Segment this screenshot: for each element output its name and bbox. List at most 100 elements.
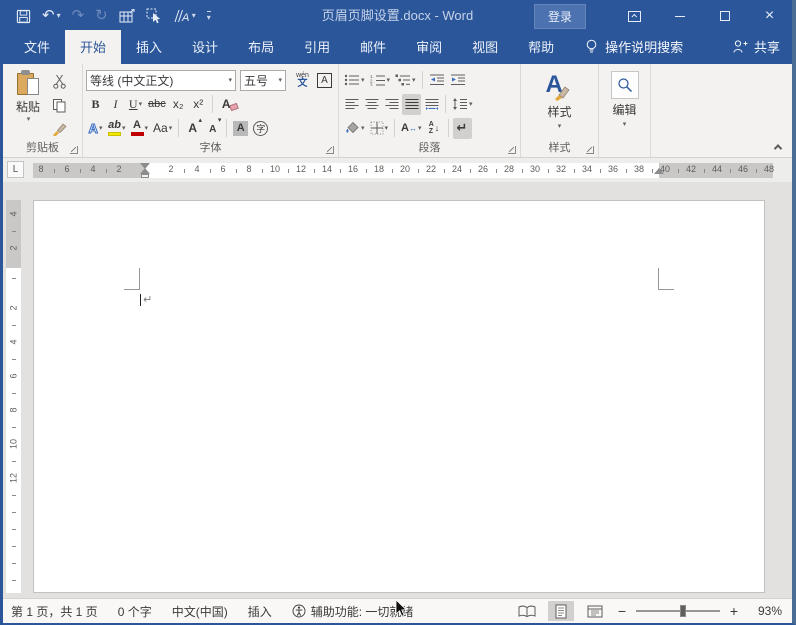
zoom-out-button[interactable]: − [616, 603, 628, 619]
align-center-button[interactable] [362, 94, 381, 115]
vertical-ruler[interactable]: 4224681012 [6, 200, 21, 593]
share-button[interactable]: 共享 [733, 37, 780, 56]
character-shading-button[interactable]: A [231, 118, 250, 139]
line-spacing-button[interactable]: ▾ [450, 94, 475, 115]
accessibility-status[interactable]: 辅助功能: 一切就绪 [292, 603, 414, 620]
collapse-ribbon-button[interactable] [775, 144, 782, 151]
align-left-button[interactable] [342, 94, 361, 115]
zoom-percent[interactable]: 93% [748, 604, 782, 618]
cut-button[interactable] [50, 70, 69, 92]
fontwork-caret-icon[interactable]: ▾ [192, 8, 196, 24]
shading-caret-icon[interactable]: ▾ [361, 124, 365, 132]
language-indicator[interactable]: 中文(中国) [172, 603, 228, 620]
sign-in-button[interactable]: 登录 [534, 4, 586, 29]
print-layout-button[interactable] [548, 601, 574, 621]
left-indent-marker[interactable] [141, 174, 149, 178]
numbering-caret-icon[interactable]: ▾ [387, 76, 391, 84]
page-indicator[interactable]: 第 1 页，共 1 页 [11, 603, 98, 620]
zoom-slider-thumb[interactable] [680, 605, 686, 617]
font-size-caret-icon[interactable]: ▾ [278, 76, 282, 84]
font-name-combobox[interactable]: 等线 (中文正文) ▾ [86, 70, 236, 91]
word-count[interactable]: 0 个字 [118, 603, 152, 620]
editing-button[interactable]: 编辑 ▾ [602, 68, 647, 141]
ribbon-display-options-button[interactable] [612, 0, 657, 32]
tab-引用[interactable]: 引用 [289, 30, 345, 64]
tell-me-search[interactable]: 操作说明搜索 [585, 37, 683, 64]
table-tool-icon[interactable] [119, 7, 135, 25]
font-name-caret-icon[interactable]: ▾ [228, 76, 232, 84]
font-color-button[interactable]: A ▾ [129, 118, 151, 139]
borders-button[interactable]: ▾ [368, 118, 391, 139]
font-color-caret-icon[interactable]: ▾ [145, 124, 149, 132]
multilevel-list-button[interactable]: ▾ [393, 70, 418, 91]
tab-stop-selector[interactable]: L [7, 161, 24, 178]
shrink-font-button[interactable]: A▾ [203, 118, 222, 139]
justify-button[interactable] [402, 94, 421, 115]
borders-caret-icon[interactable]: ▾ [385, 124, 389, 132]
multilevel-caret-icon[interactable]: ▾ [412, 76, 416, 84]
horizontal-ruler[interactable]: 8642246810121416182022242628303234363840… [33, 163, 773, 178]
bullets-button[interactable]: ▾ [342, 70, 367, 91]
numbering-button[interactable]: 1.2.3. ▾ [368, 70, 393, 91]
bullets-caret-icon[interactable]: ▾ [361, 76, 365, 84]
paragraph-dialog-launcher[interactable] [508, 146, 516, 154]
show-hide-marks-button[interactable]: ↵ [453, 118, 472, 139]
web-layout-button[interactable] [582, 601, 608, 621]
tab-邮件[interactable]: 邮件 [345, 30, 401, 64]
grow-font-button[interactable]: A▴ [183, 118, 202, 139]
tab-插入[interactable]: 插入 [121, 30, 177, 64]
zoom-in-button[interactable]: + [728, 603, 740, 619]
clear-formatting-button[interactable]: A [217, 94, 236, 115]
tab-设计[interactable]: 设计 [177, 30, 233, 64]
text-effects-caret-icon[interactable]: ▾ [99, 124, 103, 132]
tab-视图[interactable]: 视图 [457, 30, 513, 64]
text-effects-button[interactable]: A ▾ [86, 118, 105, 139]
sort-button[interactable]: AZ ↓ [425, 118, 444, 139]
subscript-button[interactable]: x₂ [169, 94, 188, 115]
styles-button[interactable]: A 样式 ▾ [524, 68, 595, 141]
document-page[interactable]: ↵ [33, 200, 765, 593]
tab-布局[interactable]: 布局 [233, 30, 289, 64]
underline-caret-icon[interactable]: ▾ [139, 100, 143, 108]
maximize-button[interactable] [702, 0, 747, 32]
font-dialog-launcher[interactable] [326, 146, 334, 154]
selection-mode-icon[interactable] [146, 7, 162, 25]
zoom-slider[interactable] [636, 610, 720, 612]
highlight-color-button[interactable]: ab ▾ [106, 118, 128, 139]
save-icon[interactable] [16, 7, 31, 25]
change-case-button[interactable]: Aa ▾ [151, 118, 174, 139]
decrease-indent-button[interactable] [427, 70, 447, 91]
asian-layout-caret-icon[interactable]: ▾ [418, 124, 422, 132]
tab-审阅[interactable]: 审阅 [401, 30, 457, 64]
fontwork-icon[interactable]: A ▾ [173, 7, 196, 25]
align-right-button[interactable] [382, 94, 401, 115]
italic-button[interactable]: I [106, 94, 125, 115]
paste-button[interactable]: 粘贴 ▾ [6, 68, 50, 141]
copy-button[interactable] [50, 94, 69, 116]
tab-文件[interactable]: 文件 [9, 30, 65, 64]
asian-layout-button[interactable]: A↔ ▾ [399, 118, 423, 139]
read-mode-button[interactable] [514, 601, 540, 621]
line-spacing-caret-icon[interactable]: ▾ [469, 100, 473, 108]
font-size-combobox[interactable]: 五号 ▾ [240, 70, 286, 91]
undo-caret-icon[interactable]: ▾ [57, 8, 61, 24]
undo-button[interactable]: ↶ ▾ [42, 7, 61, 25]
underline-button[interactable]: U ▾ [126, 94, 145, 115]
clipboard-dialog-launcher[interactable] [70, 146, 78, 154]
minimize-button[interactable] [657, 0, 702, 32]
enclose-characters-button[interactable]: 字 [251, 118, 270, 139]
increase-indent-button[interactable] [448, 70, 468, 91]
strikethrough-button[interactable]: abc [146, 94, 168, 115]
distribute-text-button[interactable] [422, 94, 441, 115]
superscript-button[interactable]: x² [189, 94, 208, 115]
bold-button[interactable]: B [86, 94, 105, 115]
character-border-button[interactable]: A [315, 70, 334, 91]
shading-button[interactable]: ▾ [342, 118, 367, 139]
change-case-caret-icon[interactable]: ▾ [169, 124, 173, 132]
close-button[interactable]: × [747, 0, 792, 32]
tab-开始[interactable]: 开始 [65, 30, 121, 64]
tab-帮助[interactable]: 帮助 [513, 30, 569, 64]
customize-qat-icon[interactable]: ▾ [207, 11, 211, 22]
paste-caret-icon[interactable]: ▾ [27, 115, 31, 123]
format-painter-button[interactable] [50, 118, 69, 140]
